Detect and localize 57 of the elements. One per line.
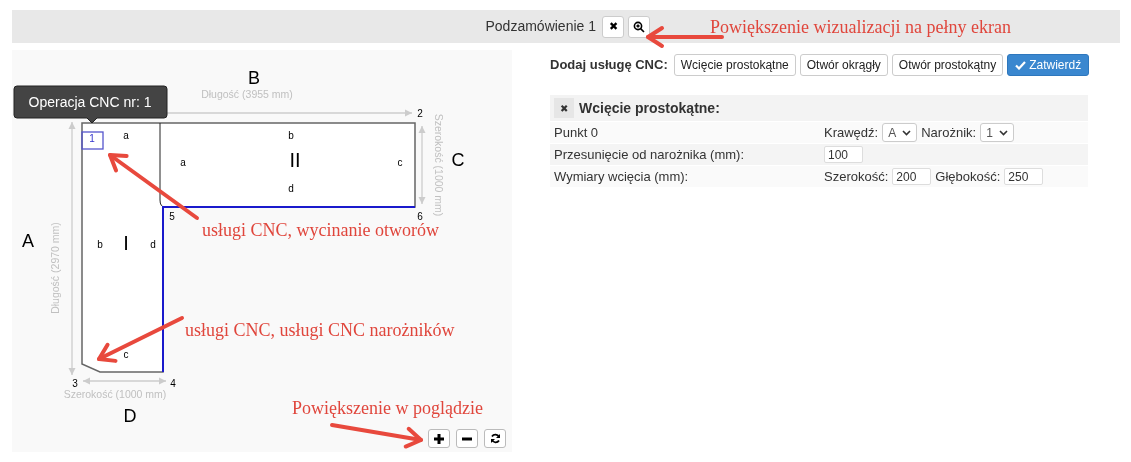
cnc-option-button[interactable]: Otwór prostokątny — [891, 54, 1004, 76]
select-field[interactable]: 1 — [980, 123, 1014, 142]
side-letter: b — [97, 239, 103, 250]
side-letter: a — [123, 130, 129, 141]
card-title: Wcięcie prostokątne: — [579, 98, 720, 118]
annotation-text: Powiększenie wizualizacji na pełny ekran — [710, 17, 1011, 37]
chevron-down-icon — [998, 129, 1008, 136]
zoom-icon — [633, 20, 645, 33]
side-letter: a — [180, 157, 186, 168]
corner-number: 4 — [170, 378, 176, 389]
subtask-title: Podzamówienie 1 — [485, 17, 596, 36]
field-label: Narożnik: — [921, 123, 977, 142]
edge-letter: A — [22, 231, 34, 251]
zoom-button[interactable] — [628, 15, 650, 38]
field-label: Punkt 0 — [554, 123, 600, 142]
zoom-in-button[interactable] — [428, 429, 450, 448]
refresh-icon — [489, 433, 501, 444]
check-icon — [1015, 60, 1027, 70]
input-field[interactable]: 250 — [1004, 168, 1044, 185]
side-letter: b — [288, 130, 294, 141]
field-label: Przesunięcie od narożnika (mm): — [554, 145, 746, 164]
corner-number: 5 — [169, 211, 175, 222]
close-button[interactable]: ✖ — [554, 98, 574, 118]
edge-letter: C — [451, 150, 465, 170]
corner-number: 1 — [89, 133, 95, 144]
cnc-hole-marker[interactable] — [81, 131, 104, 150]
plus-icon — [434, 433, 444, 444]
field-label: Wymiary wcięcia (mm): — [554, 167, 690, 186]
cnc-option-button[interactable]: Otwór okrągły — [799, 54, 888, 76]
field-label: Głębokość: — [935, 167, 1001, 186]
field-label: Szerokość: — [824, 167, 889, 186]
field-label: Krawędź: — [824, 123, 879, 142]
corner-number: 6 — [417, 211, 423, 222]
side-letter: d — [150, 239, 156, 250]
confirm-button[interactable]: Zatwierdź — [1007, 54, 1090, 76]
zoom-out-button[interactable] — [456, 429, 478, 448]
annotation-text: usługi CNC, wycinanie otworów — [202, 220, 439, 240]
part-number: II — [289, 149, 301, 171]
part-number: I — [123, 232, 129, 254]
edge-letter: B — [248, 68, 260, 88]
edge-letter: D — [123, 406, 137, 426]
cnc-option-button[interactable]: Wcięcie prostokątne — [673, 54, 796, 76]
input-field[interactable]: 200 — [892, 168, 932, 185]
tooltip: Operacja CNC nr: 1 — [13, 85, 168, 124]
select-field[interactable]: A — [882, 123, 918, 142]
side-letter: c — [123, 349, 129, 360]
close-button[interactable]: ✖ — [602, 15, 624, 38]
corner-number: 3 — [72, 378, 78, 389]
reset-view-button[interactable] — [484, 429, 506, 448]
side-letter: c — [397, 157, 403, 168]
annotation-text: usługi CNC, usługi CNC narożników — [185, 320, 455, 340]
chevron-down-icon — [902, 129, 912, 136]
input-field[interactable]: 100 — [824, 146, 863, 163]
side-letter: d — [288, 183, 294, 194]
corner-number: 2 — [417, 108, 423, 119]
annotation-text: Powiększenie w poglądzie — [292, 398, 483, 418]
cnc-label: Dodaj usługę CNC: — [550, 56, 668, 75]
